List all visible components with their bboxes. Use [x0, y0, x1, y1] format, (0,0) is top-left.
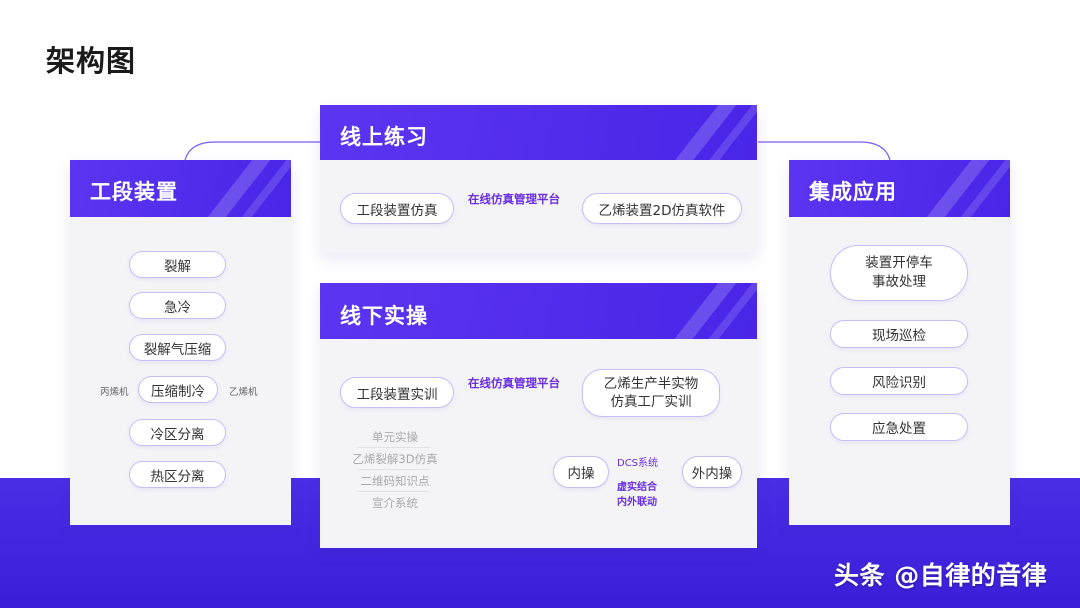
- offline-card-header: 线下实操: [320, 283, 757, 339]
- online-card: 线上练习: [320, 105, 757, 253]
- left-item-3: 裂解气压缩: [129, 334, 226, 361]
- connector-right: [758, 141, 891, 161]
- sub-item-4: 宣介系统: [372, 496, 418, 510]
- sub-divider-3: [358, 491, 430, 492]
- connector-left: [184, 141, 320, 161]
- offline-link-label: 在线仿真管理平台: [468, 376, 560, 390]
- offline-card-title: 线下实操: [340, 304, 428, 328]
- left-item-6: 热区分离: [129, 461, 226, 488]
- sub-item-3: 二维码知识点: [360, 474, 430, 488]
- sub-divider-1: [358, 447, 430, 448]
- offline-right-pill-line2: 仿真工厂实训: [610, 394, 692, 410]
- right-item-1-line1: 装置开停车: [865, 255, 933, 271]
- right-card-header: 集成应用: [789, 160, 1010, 217]
- online-card-title: 线上练习: [340, 125, 428, 149]
- link-line2: 内外联动: [617, 497, 657, 508]
- sub-divider-2: [358, 469, 430, 470]
- left-card-title: 工段装置: [90, 180, 178, 204]
- offline-left-pill: 工段装置实训: [340, 377, 454, 408]
- sub-item-1: 单元实操: [372, 430, 418, 444]
- online-right-pill: 乙烯装置2D仿真软件: [582, 193, 742, 224]
- side-label-left: 丙烯机: [100, 387, 129, 398]
- online-left-pill: 工段装置仿真: [340, 193, 454, 224]
- left-item-1: 裂解: [129, 251, 226, 278]
- online-card-header: 线上练习: [320, 105, 757, 160]
- right-item-3: 风险识别: [830, 367, 968, 395]
- left-item-4: 压缩制冷: [138, 376, 218, 403]
- offline-right-pill-line1: 乙烯生产半实物: [603, 376, 699, 392]
- right-item-4: 应急处置: [830, 413, 968, 441]
- right-item-1: 装置开停车 事故处理: [830, 245, 968, 301]
- outer-pill: 外内操: [682, 456, 742, 488]
- right-item-1-line2: 事故处理: [872, 274, 926, 290]
- right-item-2: 现场巡检: [830, 320, 968, 348]
- sub-item-2: 乙烯裂解3D仿真: [352, 452, 438, 466]
- left-card-header: 工段装置: [70, 160, 291, 217]
- online-link-label: 在线仿真管理平台: [468, 192, 560, 206]
- left-item-5: 冷区分离: [129, 419, 226, 446]
- left-item-2: 急冷: [129, 292, 226, 319]
- right-card-title: 集成应用: [809, 180, 897, 204]
- side-label-right: 乙烯机: [229, 387, 258, 398]
- watermark: 头条 @自律的音律: [834, 561, 1048, 590]
- link-line1: 虚实结合: [617, 482, 657, 493]
- dcs-label: DCS系统: [617, 458, 659, 469]
- offline-right-pill: 乙烯生产半实物 仿真工厂实训: [582, 369, 720, 417]
- inner-pill: 内操: [553, 456, 609, 488]
